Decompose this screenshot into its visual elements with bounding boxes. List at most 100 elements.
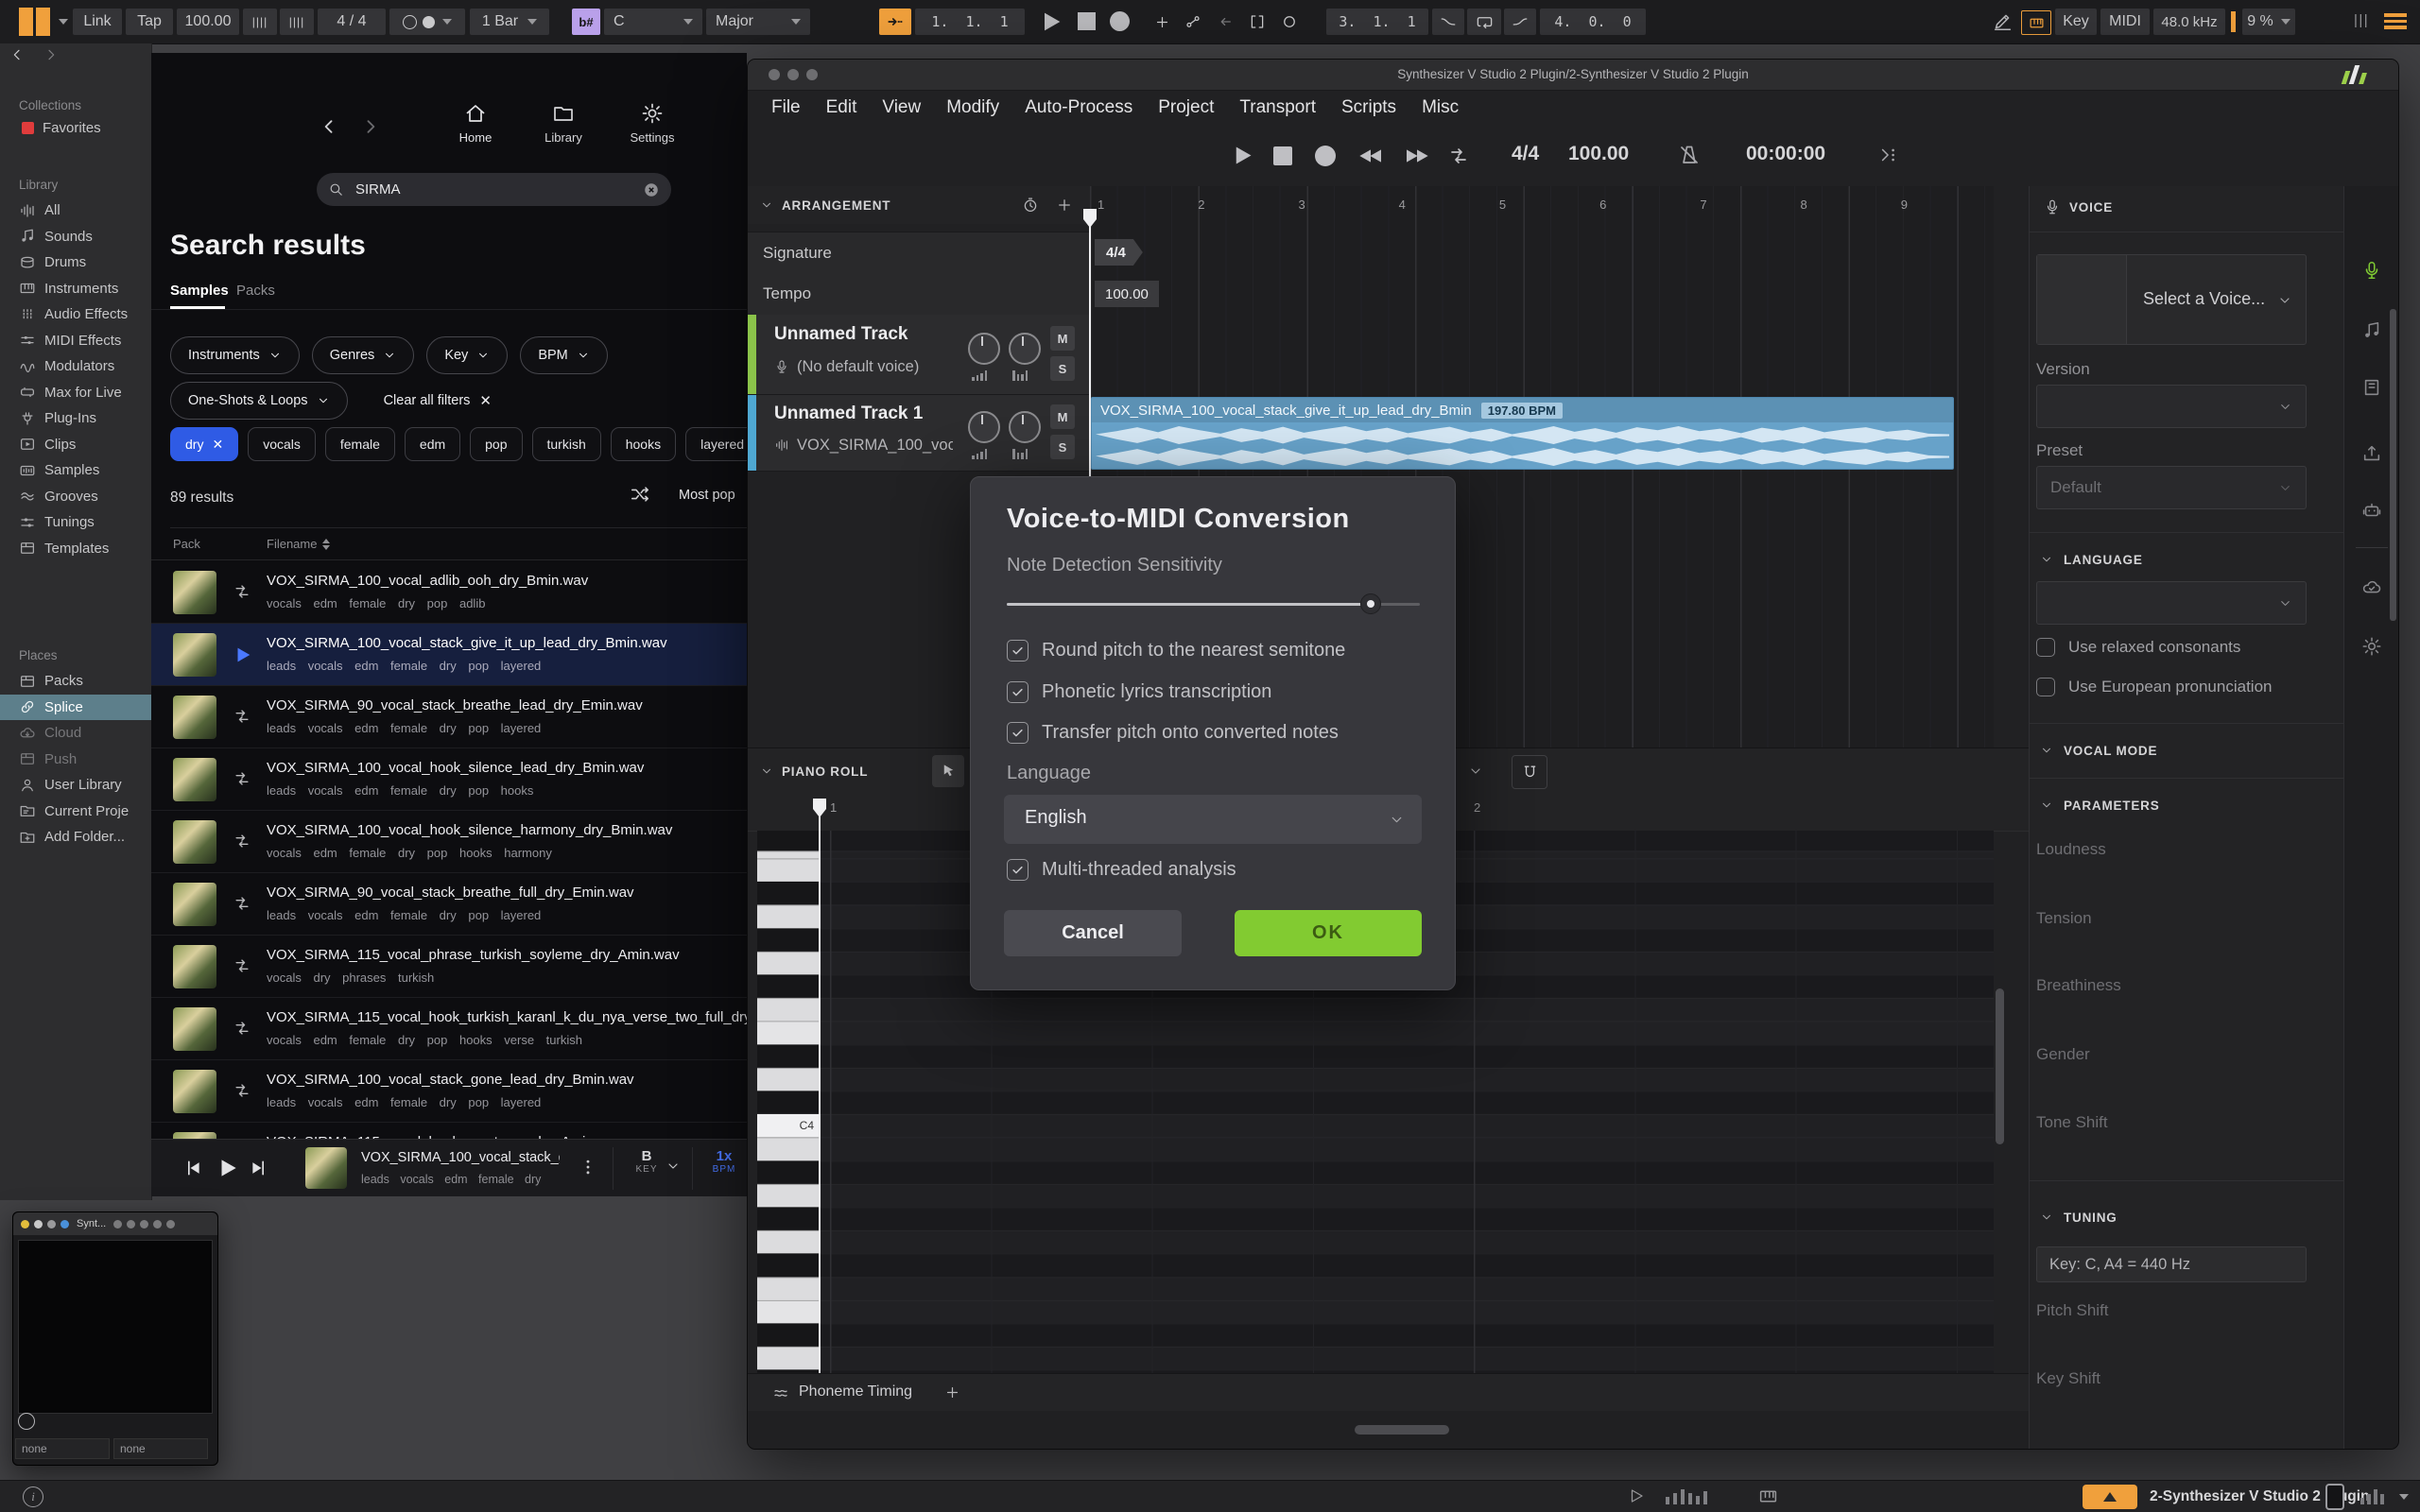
pianoroll-collapse-icon[interactable] <box>760 765 773 778</box>
pack-artwork[interactable] <box>173 696 216 739</box>
tuning-key-field[interactable]: Key: C, A4 = 440 Hz <box>2036 1246 2307 1282</box>
splice-nav-home[interactable]: Home <box>452 102 499 145</box>
ok-button[interactable]: OK <box>1235 910 1422 956</box>
tag-female[interactable]: female <box>325 427 395 461</box>
filter-genres[interactable]: Genres <box>312 336 415 374</box>
sv-loop-button[interactable] <box>1447 145 1470 167</box>
status-caret-icon[interactable] <box>2399 1494 2409 1500</box>
sidebar-item-add-folder[interactable]: Add Folder... <box>0 824 151 850</box>
retrigger-icon[interactable] <box>233 956 251 975</box>
track2-solo-button[interactable]: S <box>1050 435 1075 459</box>
splice-nav-library[interactable]: Library <box>537 102 590 145</box>
capture-midi-button[interactable] <box>1242 9 1272 35</box>
quantize-menu[interactable]: 1 Bar <box>470 9 549 35</box>
sidebar-item-push[interactable]: Push <box>0 747 151 773</box>
browser-back-button[interactable] <box>9 47 25 62</box>
pianoroll-playhead[interactable] <box>819 816 821 1373</box>
preset-dropdown[interactable]: Default <box>2036 466 2307 509</box>
pack-artwork[interactable] <box>173 633 216 677</box>
param-tone-shift[interactable]: Tone Shift <box>2036 1113 2108 1132</box>
tag-edm[interactable]: edm <box>405 427 460 461</box>
re-enable-automation-button[interactable] <box>1210 9 1240 35</box>
track2-name[interactable]: Unnamed Track 1 <box>774 404 923 424</box>
key-root-menu[interactable]: C <box>604 9 702 35</box>
sidebar-item-current-project[interactable]: Current Proje <box>0 799 151 825</box>
plugin-window-button[interactable] <box>2083 1485 2137 1509</box>
pack-artwork[interactable] <box>173 1070 216 1113</box>
voice-tab-mic-icon[interactable] <box>2361 260 2382 281</box>
track2-volume-knob[interactable] <box>968 411 1000 443</box>
param-tension[interactable]: Tension <box>2036 909 2092 928</box>
follow-button[interactable] <box>879 9 911 35</box>
track1-voice[interactable]: (No default voice) <box>797 358 919 376</box>
sidebar-item-midi-effects[interactable]: MIDI Effects <box>0 328 151 354</box>
track-header-2[interactable]: Unnamed Track 1 VOX_SIRMA_100_vocal_… M … <box>748 395 1090 472</box>
column-header-filename[interactable]: Filename <box>267 537 330 551</box>
tag-vocals[interactable]: vocals <box>248 427 316 461</box>
menu-edit[interactable]: Edit <box>826 97 857 118</box>
pointer-tool-button[interactable] <box>932 755 964 787</box>
retrigger-icon[interactable] <box>233 1081 251 1100</box>
search-input[interactable] <box>354 180 633 198</box>
tool-menu-caret-icon[interactable] <box>1468 764 1483 779</box>
draw-mode-button[interactable] <box>1993 11 2013 31</box>
tag-layered[interactable]: layered <box>685 427 747 461</box>
pack-artwork[interactable] <box>173 820 216 864</box>
menu-project[interactable]: Project <box>1158 97 1214 118</box>
sv-metronome-button[interactable] <box>1678 144 1701 166</box>
transfer-pitch-checkbox[interactable]: Transfer pitch onto converted notes <box>1007 722 1339 744</box>
pack-artwork[interactable] <box>173 945 216 988</box>
filter-instruments[interactable]: Instruments <box>170 336 300 374</box>
mini-dot-1[interactable] <box>34 1220 43 1228</box>
retrigger-icon[interactable] <box>233 832 251 850</box>
cloud-tab-icon[interactable] <box>2361 577 2382 598</box>
snap-tool-button[interactable] <box>1512 755 1547 789</box>
record-button[interactable] <box>1110 11 1130 31</box>
retrigger-icon[interactable] <box>233 707 251 726</box>
sv-record-button[interactable] <box>1315 146 1336 166</box>
retrigger-icon[interactable] <box>233 769 251 788</box>
pack-artwork[interactable] <box>173 571 216 614</box>
play-button[interactable] <box>1038 9 1064 35</box>
key-shift-label[interactable]: Key Shift <box>2036 1369 2100 1388</box>
menu-transport[interactable]: Transport <box>1239 97 1316 118</box>
previous-button[interactable] <box>183 1159 202 1177</box>
track-header-1[interactable]: Unnamed Track (No default voice) M S <box>748 315 1090 395</box>
sidebar-item-splice[interactable]: Splice <box>0 695 151 721</box>
dialog-language-dropdown[interactable]: English <box>1004 795 1422 844</box>
sensitivity-slider-handle[interactable] <box>1360 593 1381 614</box>
track2-mute-button[interactable]: M <box>1050 404 1075 429</box>
track1-solo-button[interactable]: S <box>1050 356 1075 381</box>
lyrics-tab-icon[interactable] <box>2361 377 2382 398</box>
retrigger-icon[interactable] <box>233 582 251 601</box>
tap-tempo-button[interactable]: Tap <box>126 9 173 35</box>
player-key-control[interactable]: B KEY <box>628 1148 666 1175</box>
metronome-button[interactable] <box>389 9 465 35</box>
vocal-mode-collapse-icon[interactable] <box>2040 744 2053 757</box>
time-signature-field[interactable]: 4 / 4 <box>318 9 386 35</box>
param-gender[interactable]: Gender <box>2036 1045 2090 1064</box>
mini-dot-blue[interactable] <box>60 1220 69 1228</box>
search-clear-icon[interactable] <box>643 181 660 198</box>
search-bar[interactable] <box>317 173 671 206</box>
sv-time-signature[interactable]: 4/4 <box>1512 143 1539 165</box>
tag-turkish[interactable]: turkish <box>532 427 601 461</box>
menu-modify[interactable]: Modify <box>946 97 999 118</box>
player-artwork[interactable] <box>305 1147 347 1189</box>
track1-pan-knob[interactable] <box>1009 333 1041 365</box>
sample-row[interactable]: VOX_SIRMA_90_vocal_stack_breathe_lead_dr… <box>151 686 747 748</box>
param-loudness[interactable]: Loudness <box>2036 840 2106 859</box>
key-scale-menu[interactable]: Major <box>706 9 810 35</box>
arrangement-collapse-icon[interactable] <box>760 198 773 212</box>
filter-bpm[interactable]: BPM <box>520 336 607 374</box>
overdub-plus-button[interactable] <box>1148 9 1176 35</box>
sv-forward-button[interactable] <box>1402 146 1431 165</box>
sort-menu[interactable]: Most pop <box>679 488 735 503</box>
player-more-button[interactable] <box>579 1158 597 1177</box>
sidebar-item-drums[interactable]: Drums <box>0 249 151 276</box>
sample-row[interactable]: VOX_SIRMA_100_vocal_hook_silence_harmony… <box>151 811 747 873</box>
retrigger-icon[interactable] <box>233 1019 251 1038</box>
sidebar-item-samples[interactable]: Samples <box>0 457 151 484</box>
track2-pan-knob[interactable] <box>1009 411 1041 443</box>
sidebar-item-cloud[interactable]: Cloud <box>0 720 151 747</box>
